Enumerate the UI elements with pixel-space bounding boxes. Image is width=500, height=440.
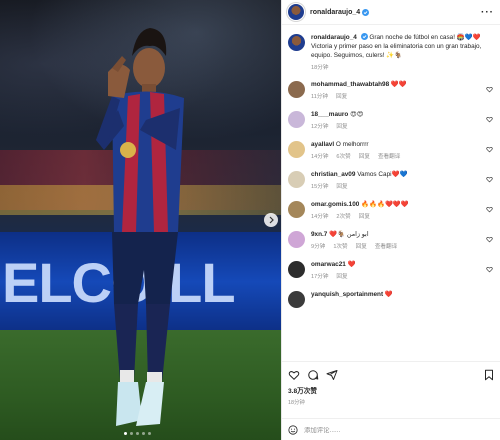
- commenter-username[interactable]: omar.gomis.100: [311, 201, 359, 208]
- comment-text: ❤️🐐 ابو زامن: [329, 231, 369, 238]
- post-photo[interactable]: ELCO LL: [0, 0, 281, 440]
- author-username[interactable]: ronaldaraujo_4: [310, 9, 360, 16]
- comment-item: yanquish_sportainment ❤️: [288, 290, 495, 308]
- reply-link[interactable]: 回复: [336, 122, 347, 130]
- commenter-avatar[interactable]: [288, 81, 305, 98]
- comment-text: ❤️: [384, 291, 393, 298]
- post-header: ronaldaraujo_4 ···: [282, 0, 500, 25]
- like-heart-icon[interactable]: [288, 369, 300, 381]
- comment-like-icon[interactable]: [486, 86, 493, 93]
- caption-emojis: 🏟️💙❤️: [456, 34, 481, 41]
- comment-likes[interactable]: 2次赞: [336, 212, 350, 220]
- reply-link[interactable]: 回复: [336, 92, 347, 100]
- author-username[interactable]: ronaldaraujo_4: [311, 34, 357, 41]
- comment-text: ❤️: [347, 261, 356, 268]
- comment-item: omarwac21 ❤️ 17分钟 回复: [288, 260, 495, 280]
- reply-link[interactable]: 回复: [336, 182, 347, 190]
- comment-time: 14分钟: [311, 214, 329, 220]
- comment-item: 9xn.7 ❤️🐐 ابو زامن 9分钟 1次赞 回复 查看翻译: [288, 230, 495, 250]
- commenter-username[interactable]: 9xn.7: [311, 231, 327, 238]
- reply-link[interactable]: 回复: [359, 212, 370, 220]
- add-comment-bar: [282, 418, 500, 440]
- carousel-dot: [124, 432, 127, 435]
- comment-like-icon[interactable]: [486, 236, 493, 243]
- reply-link[interactable]: 回复: [359, 152, 370, 160]
- reply-link[interactable]: 回复: [356, 242, 367, 250]
- comment-likes[interactable]: 1次赞: [333, 242, 347, 250]
- emoji-icon[interactable]: [288, 425, 298, 435]
- commenter-username[interactable]: ayallavl: [311, 141, 334, 148]
- player-figure: [96, 28, 184, 426]
- carousel-dot: [142, 432, 145, 435]
- commenter-avatar[interactable]: [288, 171, 305, 188]
- commenter-avatar[interactable]: [288, 201, 305, 218]
- commenter-avatar[interactable]: [288, 261, 305, 278]
- comment-time: 14分钟: [311, 154, 329, 160]
- carousel-dot: [130, 432, 133, 435]
- commenter-avatar[interactable]: [288, 141, 305, 158]
- comment-time: 12分钟: [311, 124, 329, 130]
- translate-link[interactable]: 查看翻译: [375, 242, 397, 250]
- commenter-username[interactable]: 18___mauro: [311, 111, 348, 118]
- commenter-avatar[interactable]: [288, 111, 305, 128]
- commenter-username[interactable]: omarwac21: [311, 261, 346, 268]
- carousel-dot: [148, 432, 151, 435]
- caption-emojis-2: ✨🐐: [386, 52, 403, 59]
- comment-item: omar.gomis.100 🔥🔥🔥❤️❤️❤️ 14分钟 2次赞 回复: [288, 200, 495, 220]
- commenter-username[interactable]: christian_av09: [311, 171, 355, 178]
- comment-time: 9分钟: [311, 244, 326, 250]
- comment-text: ❤️❤️: [390, 81, 407, 88]
- author-avatar[interactable]: [288, 4, 304, 20]
- comment-likes[interactable]: 6次赞: [336, 152, 350, 160]
- comment-item: christian_av09 Vamos Capi❤️💙 15分钟 回复: [288, 170, 495, 190]
- comment-text: 🔥🔥🔥❤️❤️❤️: [361, 201, 409, 208]
- commenter-username[interactable]: yanquish_sportainment: [311, 291, 383, 298]
- more-options-icon[interactable]: ···: [481, 7, 494, 18]
- comment-text: Vamos Capi❤️💙: [357, 171, 408, 178]
- chevron-right-icon: [269, 216, 274, 224]
- instagram-post-window: ELCO LL ronaldaraujo_4 ··· ronaldaraujo_…: [0, 0, 500, 440]
- bookmark-icon[interactable]: [483, 369, 495, 381]
- comment-like-icon[interactable]: [486, 176, 493, 183]
- comment-like-icon[interactable]: [486, 206, 493, 213]
- comment-text: O melhorrrr: [335, 141, 369, 148]
- share-icon[interactable]: [326, 369, 338, 381]
- add-comment-input[interactable]: [304, 426, 495, 434]
- verified-icon: [362, 8, 370, 16]
- author-avatar[interactable]: [288, 34, 305, 51]
- comment-item: mohammad_thawabtah98 ❤️❤️ 11分钟 回复: [288, 80, 495, 100]
- comment-like-icon[interactable]: [486, 116, 493, 123]
- comment-item: 18___mauro 😍😍 12分钟 回复: [288, 110, 495, 130]
- reply-link[interactable]: 回复: [336, 272, 347, 280]
- post-caption: ronaldaraujo_4 Gran noche de fútbol en c…: [288, 33, 495, 71]
- translate-link[interactable]: 查看翻译: [378, 152, 400, 160]
- carousel-dots: [124, 432, 151, 435]
- comment-item: ayallavl O melhorrrr 14分钟 6次赞 回复 查看翻译: [288, 140, 495, 160]
- comment-text: 😍😍: [350, 111, 364, 118]
- verified-icon: [360, 33, 368, 40]
- carousel-next-button[interactable]: [264, 213, 278, 227]
- post-side-panel: ronaldaraujo_4 ··· ronaldaraujo_4 Gran n…: [281, 0, 500, 440]
- commenter-avatar[interactable]: [288, 291, 305, 308]
- caption-text: Gran noche de fútbol en casa!: [369, 34, 457, 41]
- commenter-avatar[interactable]: [288, 231, 305, 248]
- comment-time: 11分钟: [311, 94, 328, 100]
- post-time: 18分钟: [288, 400, 305, 406]
- comments-list[interactable]: ronaldaraujo_4 Gran noche de fútbol en c…: [282, 25, 500, 361]
- like-count[interactable]: 3.8万次赞: [282, 385, 500, 395]
- comment-time: 17分钟: [311, 274, 329, 280]
- comment-time: 15分钟: [311, 184, 329, 190]
- comment-like-icon[interactable]: [486, 146, 493, 153]
- caption-time: 18分钟: [311, 65, 329, 71]
- comment-icon[interactable]: [307, 369, 319, 381]
- commenter-username[interactable]: mohammad_thawabtah98: [311, 81, 389, 88]
- carousel-dot: [136, 432, 139, 435]
- comment-like-icon[interactable]: [486, 266, 493, 273]
- post-actions: 3.8万次赞 18分钟: [282, 361, 500, 440]
